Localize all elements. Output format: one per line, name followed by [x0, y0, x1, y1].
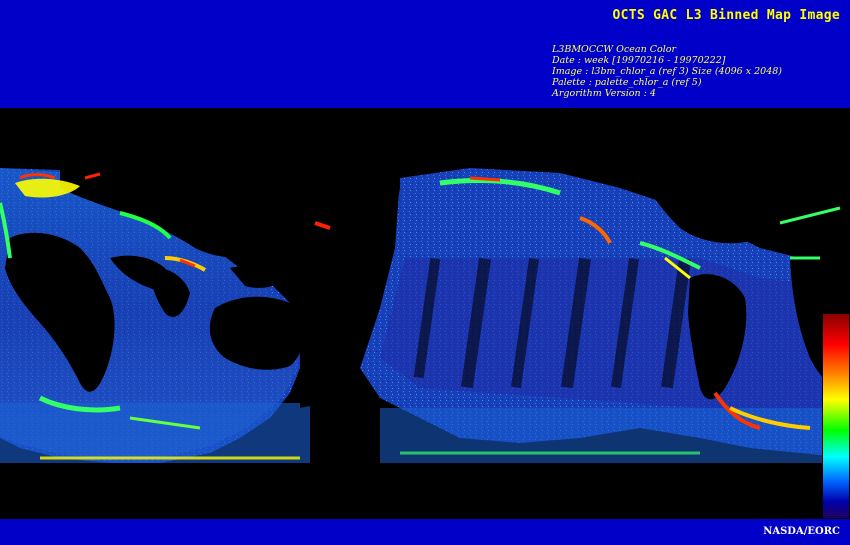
map-image	[0, 168, 850, 519]
info-line-product: L3BMOCCW Ocean Color	[552, 44, 676, 55]
metadata-block: L3BMOCCW Ocean Color Date : week [199702…	[552, 44, 782, 99]
map-title: OCTS GAC L3 Binned Map Image	[612, 8, 840, 23]
chlorophyll-map	[0, 108, 850, 519]
footer-band: NASDA/EORC	[0, 519, 850, 545]
colorbar-legend	[822, 313, 850, 519]
info-line-palette: Palette : palette_chlor_a (ref 5)	[552, 77, 702, 88]
info-line-algorithm: Argorithm Version : 4	[552, 88, 656, 99]
info-line-image: Image : l3bm_chlor_a (ref 3) Size (4096 …	[552, 66, 782, 77]
info-line-date: Date : week [19970216 - 19970222]	[552, 55, 726, 66]
header-band: OCTS GAC L3 Binned Map Image L3BMOCCW Oc…	[0, 0, 850, 108]
credit-label: NASDA/EORC	[763, 526, 840, 537]
